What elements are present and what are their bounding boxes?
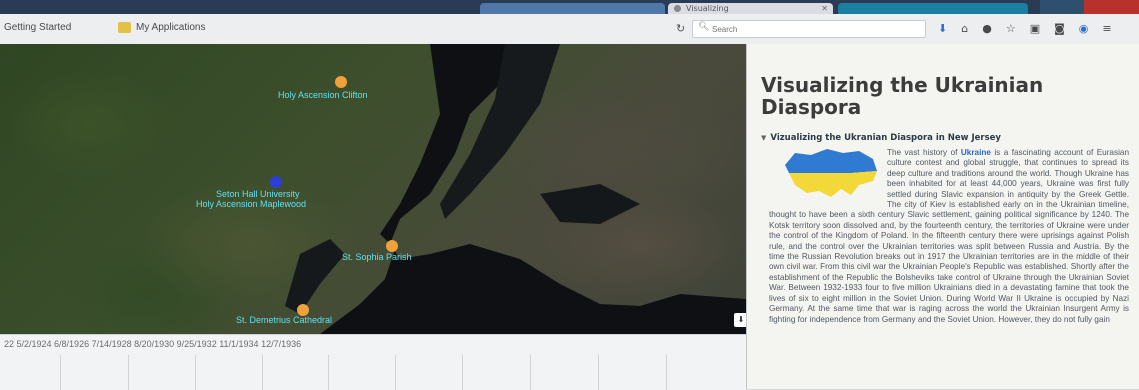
account-icon[interactable]: ◉ xyxy=(1079,20,1089,38)
search-input[interactable] xyxy=(710,21,914,38)
timeline[interactable]: 22 5/2/1924 6/8/1926 7/14/1928 8/20/1930… xyxy=(0,334,746,390)
place-label[interactable]: Holy Ascension Maplewood xyxy=(196,199,306,209)
triangle-down-icon: ▼ xyxy=(761,134,767,142)
browser-tab[interactable] xyxy=(480,3,665,14)
place-label[interactable]: St. Sophia Parish xyxy=(342,252,412,262)
search-box[interactable]: 🔍︎ xyxy=(692,20,926,38)
article-body: The vast history of Ukraine is a fascina… xyxy=(769,148,1129,325)
home-icon[interactable]: ⌂ xyxy=(961,20,968,38)
section-toggle[interactable]: ▼ Vizualizing the Ukranian Diaspora in Ne… xyxy=(761,133,1001,143)
sync-icon[interactable]: ● xyxy=(982,20,992,38)
menu-icon[interactable]: ≡ xyxy=(1102,20,1111,38)
browser-tab-strip: Visualizing ✕ xyxy=(0,0,1139,14)
ukraine-link[interactable]: Ukraine xyxy=(961,148,991,157)
toolbar-icons: ⬇ ⌂ ● ☆ ▣ ◙ ◉ ≡ xyxy=(938,20,1112,38)
library-icon[interactable]: ▣ xyxy=(1030,20,1040,38)
map-water xyxy=(285,44,746,334)
browser-tab[interactable] xyxy=(838,3,1028,14)
download-icon[interactable]: ⬇ xyxy=(938,20,947,38)
timeline-dates: 22 5/2/1924 6/8/1926 7/14/1928 8/20/1930… xyxy=(4,339,302,349)
section-heading: Vizualizing the Ukranian Diaspora in New… xyxy=(770,133,1001,143)
page-title: Visualizing the Ukrainian Diaspora xyxy=(761,73,1044,119)
pocket-icon[interactable]: ◙ xyxy=(1054,20,1065,38)
place-label[interactable]: Holy Ascension Clifton xyxy=(278,90,368,100)
place-label[interactable]: St. Demetrius Cathedral xyxy=(236,315,332,325)
tab-title: Visualizing xyxy=(686,4,729,13)
bookmark-label: My Applications xyxy=(136,22,206,33)
minimize-button[interactable] xyxy=(1040,0,1062,14)
place-label[interactable]: Seton Hall University xyxy=(216,189,300,199)
browser-toolbar: Getting Started My Applications ↻ 🔍︎ ⬇ ⌂… xyxy=(0,14,1139,45)
story-sidebar: Visualizing the Ukrainian Diaspora ▼ Vizu… xyxy=(746,44,1139,389)
timeline-ticks xyxy=(0,355,746,390)
browser-tab-active[interactable]: Visualizing ✕ xyxy=(668,3,833,14)
folder-icon xyxy=(118,22,131,33)
bookmark-label: Getting Started xyxy=(4,22,72,33)
map-expand-button[interactable]: ⬇ xyxy=(734,313,746,327)
body-text-part: The vast history of xyxy=(887,148,961,157)
maximize-button[interactable] xyxy=(1062,0,1084,14)
window-close-button[interactable] xyxy=(1084,0,1139,14)
search-icon: 🔍︎ xyxy=(698,22,710,32)
bookmark-my-applications[interactable]: My Applications xyxy=(118,22,205,33)
close-icon[interactable]: ✕ xyxy=(821,3,828,14)
map-marker[interactable] xyxy=(386,240,398,252)
bookmark-star-icon[interactable]: ☆ xyxy=(1006,20,1016,38)
reload-icon[interactable]: ↻ xyxy=(676,22,685,35)
map-marker[interactable] xyxy=(335,76,347,88)
map-marker-selected[interactable] xyxy=(270,176,282,188)
bookmark-getting-started[interactable]: Getting Started xyxy=(4,22,71,33)
globe-icon xyxy=(674,5,681,12)
satellite-map[interactable]: Holy Ascension Clifton Seton Hall Univer… xyxy=(0,44,746,334)
